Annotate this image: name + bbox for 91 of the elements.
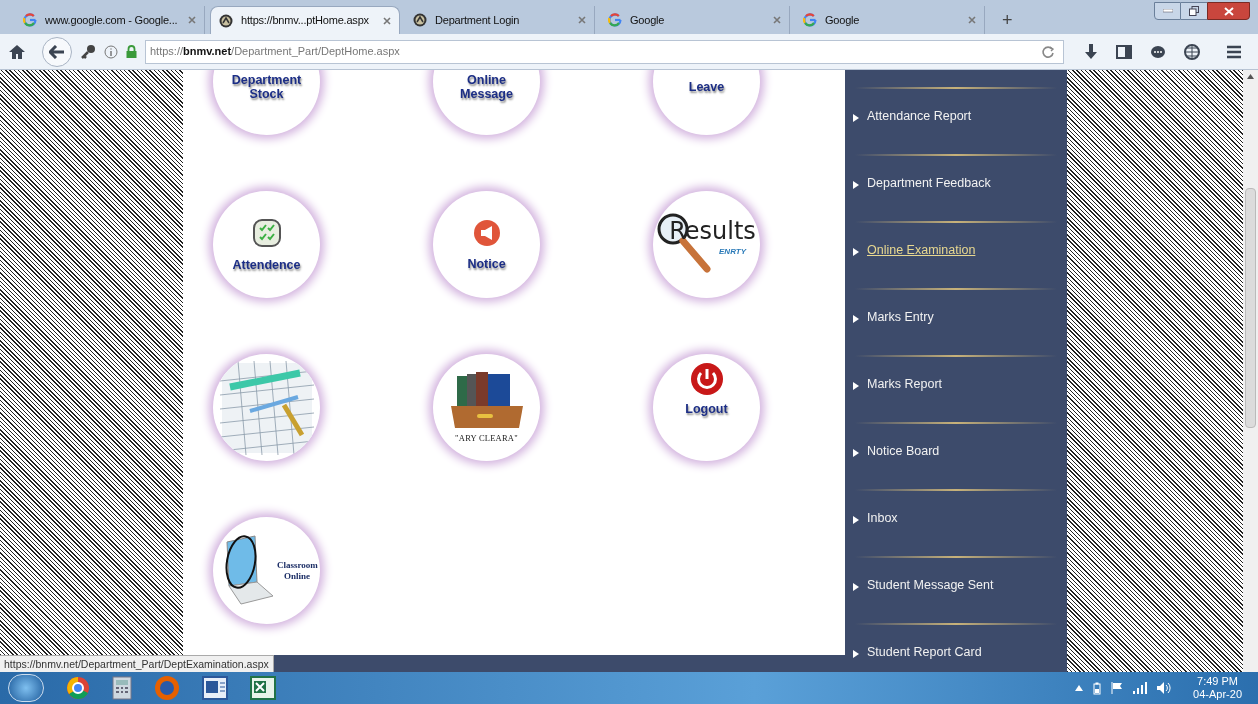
megaphone-icon bbox=[472, 218, 501, 247]
tile-label: Leave bbox=[687, 79, 726, 94]
triangle-icon bbox=[853, 382, 859, 391]
triangle-icon bbox=[853, 315, 859, 324]
tile-label: Classroom Online bbox=[277, 559, 317, 582]
tile-label: Department Stock bbox=[230, 72, 303, 101]
sidebar-link[interactable]: Marks Report bbox=[853, 375, 1067, 394]
close-icon[interactable] bbox=[773, 16, 781, 24]
info-icon[interactable] bbox=[104, 44, 118, 59]
site-logo-icon bbox=[413, 13, 427, 27]
speaker-icon[interactable] bbox=[1157, 682, 1172, 694]
close-icon[interactable] bbox=[383, 16, 391, 25]
download-icon[interactable] bbox=[1084, 43, 1098, 60]
tile-label: Online Message bbox=[459, 72, 514, 101]
clock-date: 04-Apr-20 bbox=[1193, 688, 1242, 701]
address-bar[interactable]: https://bnmv.net/Department_Part/DeptHome.aspx bbox=[145, 39, 1064, 64]
results-subtitle: ENRTY bbox=[719, 245, 746, 258]
menu-tile[interactable]: Online Message bbox=[433, 70, 540, 135]
start-button[interactable] bbox=[8, 674, 44, 702]
restore-icon bbox=[1189, 6, 1199, 16]
calculator-icon[interactable] bbox=[112, 676, 132, 700]
back-arrow-icon bbox=[49, 44, 65, 59]
word-icon[interactable] bbox=[202, 676, 228, 700]
home-icon[interactable] bbox=[8, 43, 26, 60]
triangle-icon bbox=[853, 248, 859, 257]
key-icon[interactable] bbox=[80, 43, 96, 60]
clock[interactable]: 7:49 PM 04-Apr-20 bbox=[1193, 675, 1242, 701]
triangle-icon bbox=[853, 449, 859, 458]
tile-label: Logout bbox=[684, 402, 729, 416]
scroll-up-icon[interactable] bbox=[1247, 74, 1254, 79]
tile-label: Notice bbox=[466, 256, 507, 271]
signal-icon[interactable] bbox=[1133, 682, 1148, 694]
sidebar-link[interactable]: Student Message Sent bbox=[853, 576, 1067, 595]
close-button[interactable] bbox=[1207, 2, 1250, 20]
tab-title: Google bbox=[825, 12, 861, 28]
tile-label: Attendence bbox=[231, 257, 302, 272]
scrollbar[interactable] bbox=[1243, 70, 1258, 672]
menu-tile[interactable]: Attendence bbox=[213, 191, 320, 298]
menu-tile[interactable]: Classroom Online bbox=[213, 517, 320, 624]
close-icon bbox=[1223, 6, 1234, 16]
tab-title: Department Login bbox=[435, 12, 521, 28]
minimize-icon bbox=[1162, 9, 1173, 13]
sidebar-link[interactable]: Marks Entry bbox=[853, 308, 1067, 327]
triangle-icon bbox=[853, 583, 859, 592]
site-logo-icon bbox=[219, 13, 233, 28]
lock-icon bbox=[126, 45, 137, 58]
menu-tile[interactable]: Logout bbox=[653, 354, 760, 461]
sidebar-link[interactable]: Student Report Card bbox=[853, 643, 1067, 662]
new-tab-button[interactable]: + bbox=[994, 6, 1021, 34]
browser-icon[interactable] bbox=[66, 676, 90, 700]
battery-icon[interactable] bbox=[1093, 681, 1102, 695]
close-icon[interactable] bbox=[578, 16, 586, 24]
tab-title: Google bbox=[630, 12, 666, 28]
sidebar-link[interactable]: Attendance Report bbox=[853, 107, 1067, 126]
excel-icon[interactable] bbox=[250, 676, 276, 700]
triangle-icon bbox=[853, 181, 859, 190]
triangle-icon bbox=[853, 650, 859, 659]
menu-tile[interactable] bbox=[213, 354, 320, 461]
tab-title: www.google.com - Google... bbox=[45, 12, 179, 28]
browser-tab[interactable]: https://bnmv...ptHome.aspx bbox=[210, 6, 400, 34]
tab-title: https://bnmv...ptHome.aspx bbox=[241, 13, 370, 29]
url-text: https://bnmv.net/Department_Part/DeptHome.aspx bbox=[150, 44, 401, 60]
power-icon bbox=[689, 362, 724, 396]
sidebar-link[interactable]: Notice Board bbox=[853, 442, 1067, 461]
menu-tile[interactable]: Department Stock bbox=[213, 70, 320, 135]
sidebar-link[interactable]: Department Feedback bbox=[853, 174, 1067, 193]
menu-tile[interactable]: "ARY CLEARA" bbox=[433, 354, 540, 461]
sidebar-icon[interactable] bbox=[1116, 44, 1132, 59]
checklist-icon bbox=[251, 217, 282, 248]
drawer-caption: "ARY CLEARA" bbox=[455, 432, 518, 445]
back-button[interactable] bbox=[42, 36, 72, 67]
tray-arrow-icon[interactable] bbox=[1075, 685, 1084, 691]
google-icon bbox=[803, 13, 817, 27]
chat-icon[interactable] bbox=[1150, 44, 1166, 59]
flag-icon[interactable] bbox=[1111, 682, 1124, 694]
close-icon[interactable] bbox=[968, 16, 976, 24]
google-icon bbox=[23, 13, 37, 27]
menu-tile[interactable]: Leave bbox=[653, 70, 760, 135]
triangle-icon bbox=[853, 516, 859, 525]
clock-time: 7:49 PM bbox=[1197, 675, 1238, 688]
close-icon[interactable] bbox=[188, 16, 196, 24]
google-icon bbox=[608, 13, 622, 27]
restore-button[interactable] bbox=[1181, 2, 1207, 20]
sidebar-link[interactable]: Online Examination bbox=[853, 241, 1067, 260]
triangle-icon bbox=[853, 114, 859, 123]
globe-icon[interactable] bbox=[1184, 43, 1200, 60]
menu-icon[interactable] bbox=[1226, 44, 1242, 59]
menu-tile[interactable]: Notice bbox=[433, 191, 540, 298]
sidebar-link[interactable]: Inbox bbox=[853, 509, 1067, 528]
scrollbar-thumb[interactable] bbox=[1245, 188, 1256, 428]
reload-icon[interactable] bbox=[1041, 44, 1055, 59]
